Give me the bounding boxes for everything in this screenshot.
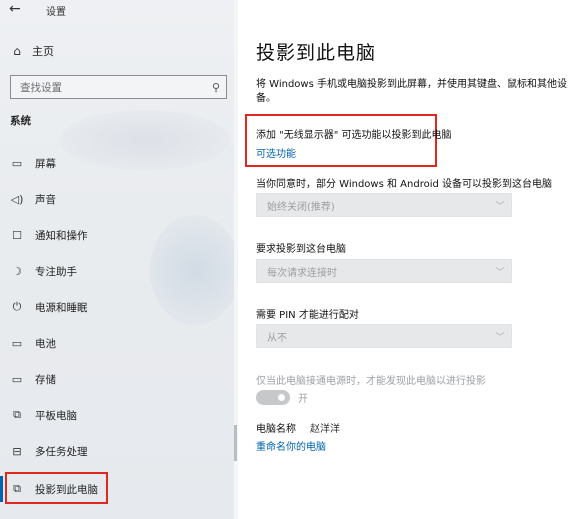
home-nav-item[interactable]: ⌂ 主页 bbox=[6, 40, 226, 62]
sidebar-item-label: 屏幕 bbox=[35, 157, 56, 170]
optional-features-link[interactable]: 可选功能 bbox=[256, 145, 296, 160]
search-icon: ⚲ bbox=[211, 80, 221, 94]
allow-projection-dropdown[interactable]: 始终关闭(推荐) ﹀ bbox=[256, 193, 512, 217]
sidebar-item-label: 电源和睡眠 bbox=[35, 301, 88, 314]
monitor-icon: ▭ bbox=[11, 156, 23, 170]
section-heading: 系统 bbox=[10, 115, 31, 127]
allow-projection-label: 当你同意时，部分 Windows 和 Android 设备可以投影到这台电脑 bbox=[256, 179, 553, 190]
search-placeholder: 查找设置 bbox=[20, 81, 62, 94]
sidebar-item-label: 电池 bbox=[35, 337, 56, 350]
rename-pc-link[interactable]: 重命名你的电脑 bbox=[256, 438, 326, 453]
ask-projection-dropdown[interactable]: 每次请求连接时 ﹀ bbox=[256, 259, 512, 283]
sidebar-item-label: 多任务处理 bbox=[35, 445, 88, 458]
sidebar-item-multitasking[interactable]: ⊟ 多任务处理 bbox=[0, 437, 232, 465]
home-label: 主页 bbox=[32, 45, 54, 58]
pin-pairing-label: 需要 PIN 才能进行配对 bbox=[256, 310, 359, 321]
back-arrow-icon[interactable]: ← bbox=[9, 1, 21, 17]
dropdown-value: 每次请求连接时 bbox=[267, 267, 337, 279]
power-discovery-label: 仅当此电脑接通电源时，才能发现此电脑以进行投影 bbox=[256, 376, 486, 387]
sidebar-item-battery[interactable]: ▭ 电池 bbox=[0, 329, 232, 357]
search-input[interactable]: 查找设置 ⚲ bbox=[10, 75, 227, 99]
chevron-down-icon: ﹀ bbox=[495, 267, 505, 278]
pin-pairing-dropdown[interactable]: 从不 ﹀ bbox=[256, 324, 512, 348]
pc-name-value: 赵洋洋 bbox=[310, 424, 340, 435]
sidebar-item-sound[interactable]: ◁) 声音 bbox=[0, 185, 232, 213]
dropdown-value: 始终关闭(推荐) bbox=[267, 201, 335, 213]
active-indicator bbox=[0, 476, 3, 502]
sidebar-scrollbar[interactable] bbox=[234, 425, 237, 461]
speaker-icon: ◁) bbox=[10, 192, 24, 206]
optional-feature-text: 添加 "无线显示器" 可选功能以投影到此电脑 bbox=[256, 130, 452, 141]
home-icon: ⌂ bbox=[13, 44, 21, 58]
sidebar-item-storage[interactable]: ▭ 存储 bbox=[0, 365, 232, 393]
sidebar: ← 设置 ⌂ 主页 查找设置 ⚲ 系统 ▭ 屏幕 ◁) 声音 ☐ 通知和操作 ☽… bbox=[0, 0, 238, 519]
sidebar-item-label: 声音 bbox=[35, 193, 56, 206]
sidebar-item-display[interactable]: ▭ 屏幕 bbox=[0, 149, 232, 177]
sidebar-item-power[interactable]: ⏻ 电源和睡眠 bbox=[0, 293, 232, 321]
pc-name-label: 电脑名称 bbox=[256, 424, 296, 435]
sidebar-item-label: 通知和操作 bbox=[35, 229, 88, 242]
pc-name-row: 电脑名称 赵洋洋 bbox=[256, 420, 340, 435]
ask-projection-label: 要求投影到这台电脑 bbox=[256, 244, 346, 255]
storage-icon: ▭ bbox=[11, 372, 23, 386]
power-icon: ⏻ bbox=[12, 300, 22, 313]
power-toggle-row: 开 bbox=[256, 390, 308, 405]
sidebar-item-label: 存储 bbox=[35, 373, 56, 386]
multitask-icon: ⊟ bbox=[12, 444, 22, 458]
tablet-icon: ⧉ bbox=[13, 408, 21, 421]
toggle-state-label: 开 bbox=[298, 394, 308, 405]
sidebar-item-label: 平板电脑 bbox=[35, 409, 77, 422]
chevron-down-icon: ﹀ bbox=[495, 332, 505, 343]
main-panel: 投影到此电脑 将 Windows 手机或电脑投影到此屏幕，并使用其键盘、鼠标和其… bbox=[238, 0, 584, 519]
sidebar-item-notifications[interactable]: ☐ 通知和操作 bbox=[0, 221, 232, 249]
highlight-box bbox=[5, 472, 108, 504]
sidebar-item-focus-assist[interactable]: ☽ 专注助手 bbox=[0, 257, 232, 285]
moon-icon: ☽ bbox=[12, 264, 22, 278]
chevron-down-icon: ﹀ bbox=[495, 201, 505, 212]
page-description: 将 Windows 手机或电脑投影到此屏幕，并使用其键盘、鼠标和其他设备。 bbox=[256, 79, 567, 104]
sidebar-item-label: 专注助手 bbox=[35, 265, 77, 278]
notification-icon: ☐ bbox=[12, 228, 22, 242]
power-discovery-toggle[interactable] bbox=[256, 390, 290, 405]
app-title: 设置 bbox=[46, 7, 66, 18]
toggle-knob bbox=[278, 394, 285, 401]
sidebar-item-tablet[interactable]: ⧉ 平板电脑 bbox=[0, 401, 232, 429]
dropdown-value: 从不 bbox=[267, 332, 287, 344]
page-title: 投影到此电脑 bbox=[256, 42, 377, 64]
battery-icon: ▭ bbox=[11, 336, 23, 350]
